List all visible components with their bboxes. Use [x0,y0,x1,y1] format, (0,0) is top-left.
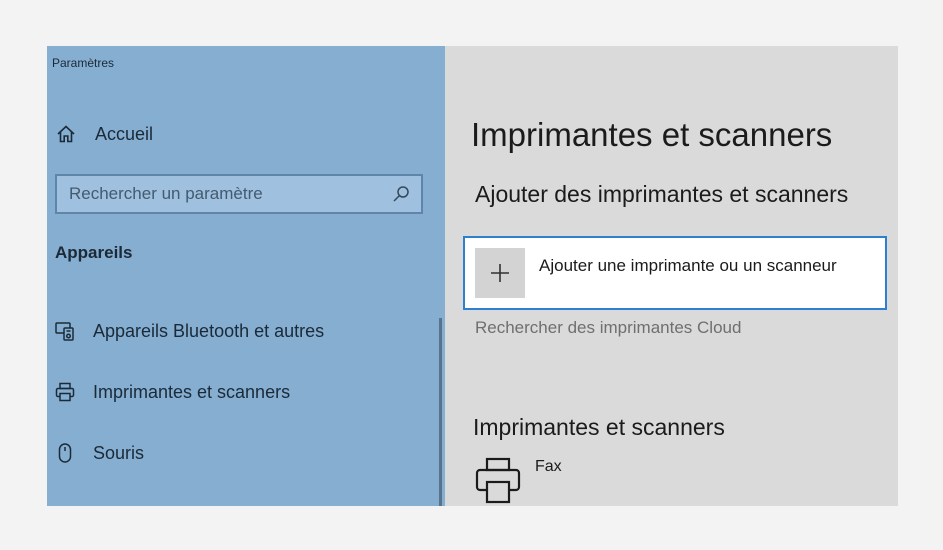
add-section-title: Ajouter des imprimantes et scanners [475,181,849,207]
app-title: Paramètres [52,56,115,70]
home-icon [55,123,77,145]
mouse-icon [53,441,77,465]
page-title: Imprimantes et scanners [471,116,833,153]
sidebar-item-label: Appareils Bluetooth et autres [93,320,325,341]
bluetooth-devices-icon [53,319,77,343]
settings-window: Paramètres Accueil Appareils [47,46,898,506]
search-box[interactable] [55,174,423,214]
search-icon[interactable] [391,184,411,204]
printer-icon [53,380,77,404]
sidebar-item-bluetooth[interactable]: Appareils Bluetooth et autres [53,316,324,346]
main-content: Imprimantes et scanners Ajouter des impr… [445,46,898,506]
sidebar-item-printers[interactable]: Imprimantes et scanners [53,377,290,407]
printer-icon [475,456,521,506]
sidebar-item-label: Souris [93,442,145,463]
cloud-printers-link[interactable]: Rechercher des imprimantes Cloud [475,318,741,338]
plus-icon [475,248,525,298]
home-label: Accueil [95,123,154,144]
add-printer-label: Ajouter une imprimante ou un scanneur [539,256,837,275]
sidebar-item-mouse[interactable]: Souris [53,438,144,468]
add-printer-button[interactable]: Ajouter une imprimante ou un scanneur [463,236,887,310]
sidebar-item-label: Imprimantes et scanners [93,381,291,402]
sidebar-scrollbar[interactable] [439,318,442,506]
sidebar: Paramètres Accueil Appareils [47,46,445,506]
section-title: Appareils [55,243,133,262]
search-input[interactable] [67,183,391,205]
printers-list-title: Imprimantes et scanners [473,414,725,440]
printer-name: Fax [535,458,562,475]
sidebar-home-link[interactable]: Accueil [55,120,153,148]
